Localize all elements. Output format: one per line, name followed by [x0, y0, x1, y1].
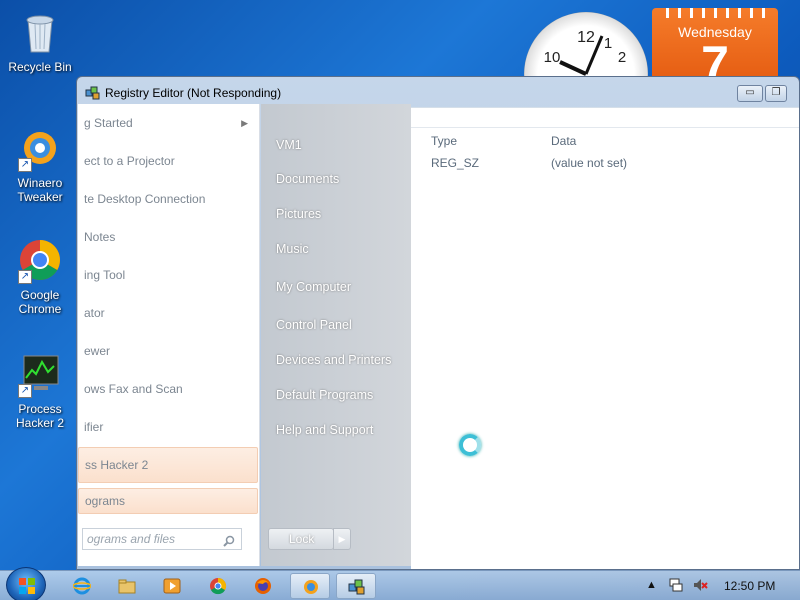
clock-number-12: 12 [577, 29, 595, 46]
volume-muted-icon[interactable] [692, 577, 708, 596]
column-header-type[interactable]: Type [431, 134, 457, 148]
program-item-label: ifier [84, 420, 104, 434]
busy-spinner-icon [459, 434, 481, 456]
firefox-icon [254, 577, 272, 595]
program-item-snipping-tool[interactable]: ing Tool [78, 258, 258, 292]
search-icon[interactable] [223, 533, 235, 547]
search-placeholder: ograms and files [87, 532, 176, 546]
windows-logo-icon [19, 578, 35, 594]
desktop-icon-process-hacker[interactable]: ↗ Process Hacker 2 [2, 350, 78, 430]
values-header-bar [411, 108, 799, 128]
program-item-label: ing Tool [84, 268, 126, 282]
program-item-label: g Started [84, 116, 133, 130]
value-data-cell[interactable]: (value not set) [551, 156, 627, 170]
start-button[interactable] [6, 567, 46, 600]
program-item-remote-desktop[interactable]: te Desktop Connection [78, 182, 258, 216]
program-item-getting-started[interactable]: g Started ▶ [78, 106, 258, 140]
program-item-connect-projector[interactable]: ect to a Projector [78, 144, 258, 178]
network-icon[interactable] [668, 577, 684, 596]
desktop-icon-recycle-bin[interactable]: Recycle Bin [2, 8, 78, 74]
internet-explorer-icon [72, 577, 92, 595]
program-item-sticky-notes[interactable]: Notes [78, 220, 258, 254]
place-item-devices-printers[interactable]: Devices and Printers [276, 353, 391, 367]
taskbar-internet-explorer[interactable] [62, 573, 102, 599]
taskbar-chrome[interactable] [198, 573, 238, 599]
show-hidden-icons-button[interactable]: ▲ [646, 579, 657, 591]
desktop-icon-label: Recycle Bin [8, 60, 72, 74]
shutdown-options-arrow-icon[interactable]: ▶ [333, 528, 351, 550]
program-item-process-hacker[interactable]: ss Hacker 2 [78, 447, 258, 483]
winaero-tweaker-icon: ↗ [16, 124, 64, 172]
place-item-pictures[interactable]: Pictures [276, 207, 321, 221]
program-item-xps-viewer[interactable]: ewer [78, 334, 258, 368]
program-item-label: ect to a Projector [84, 154, 175, 168]
place-item-music[interactable]: Music [276, 242, 309, 256]
desktop-icon-google-chrome[interactable]: ↗ Google Chrome [2, 236, 78, 316]
media-player-icon [163, 577, 181, 595]
value-type-cell[interactable]: REG_SZ [431, 156, 479, 170]
program-item-label: ewer [84, 344, 111, 358]
process-hacker-icon: ↗ [16, 350, 64, 398]
winaero-tweaker-icon [302, 578, 320, 596]
registry-values-pane[interactable]: Type Data REG_SZ (value not set) [411, 107, 799, 569]
minimize-button[interactable]: ▭ [737, 85, 763, 102]
place-item-default-programs[interactable]: Default Programs [276, 388, 373, 402]
column-header-data[interactable]: Data [551, 134, 576, 148]
program-item-label: ator [84, 306, 105, 320]
chrome-icon [209, 577, 227, 595]
shortcut-arrow-icon: ↗ [18, 384, 32, 398]
program-item-fax-and-scan[interactable]: ows Fax and Scan [78, 372, 258, 406]
taskbar-media-player[interactable] [152, 573, 192, 599]
registry-editor-icon [348, 578, 366, 596]
program-item-label: te Desktop Connection [84, 192, 206, 206]
clock-number-1: 1 [604, 35, 612, 52]
place-item-documents[interactable]: Documents [276, 172, 339, 186]
desktop-icon-winaero-tweaker[interactable]: ↗ Winaero Tweaker [2, 124, 78, 204]
recycle-bin-icon [16, 8, 64, 56]
start-menu-places-pane[interactable]: VM1 Documents Pictures Music My Computer… [261, 104, 411, 566]
clock-number-2: 2 [618, 49, 626, 66]
submenu-arrow-icon: ▶ [241, 118, 248, 128]
program-item-label: ows Fax and Scan [84, 382, 183, 396]
clock-hour-hand [559, 60, 587, 76]
chrome-icon: ↗ [16, 236, 64, 284]
clock-number-10: 10 [544, 49, 561, 66]
place-item-help-support[interactable]: Help and Support [276, 423, 373, 437]
taskbar-clock[interactable]: 12:50 PM [724, 579, 775, 593]
all-programs-button[interactable]: ograms [78, 488, 258, 514]
place-item-my-computer[interactable]: My Computer [276, 280, 351, 294]
restore-button[interactable]: ❐ [765, 85, 787, 102]
calendar-rings [660, 8, 770, 18]
desktop-icon-label: Google Chrome [18, 288, 62, 316]
window-titlebar[interactable]: Registry Editor (Not Responding) ▭ ❐ [77, 77, 799, 107]
start-menu-programs-pane[interactable]: g Started ▶ ect to a Projector te Deskto… [78, 104, 260, 566]
window-title: Registry Editor (Not Responding) [105, 86, 282, 100]
taskbar-firefox[interactable] [243, 573, 283, 599]
place-item-control-panel[interactable]: Control Panel [276, 318, 352, 332]
taskbar: ▲ 12:50 PM [0, 567, 800, 600]
taskbar-explorer[interactable] [107, 573, 147, 599]
lock-button[interactable]: Lock [268, 528, 334, 550]
shortcut-arrow-icon: ↗ [18, 158, 32, 172]
desktop-icon-label: Winaero Tweaker [17, 176, 63, 204]
desktop-icon-label: Process Hacker 2 [15, 402, 65, 430]
registry-editor-icon [85, 85, 101, 101]
program-item-label: Notes [84, 230, 116, 244]
taskbar-registry-editor[interactable] [336, 573, 376, 599]
all-programs-label: ograms [85, 494, 126, 508]
program-item-calculator[interactable]: ator [78, 296, 258, 330]
folder-icon [118, 577, 136, 595]
program-item-label: ss Hacker 2 [85, 458, 149, 472]
start-search-input[interactable]: ograms and files [82, 528, 242, 550]
place-item-user[interactable]: VM1 [276, 138, 302, 152]
taskbar-winaero-tweaker[interactable] [290, 573, 330, 599]
program-item-magnifier[interactable]: ifier [78, 410, 258, 444]
shortcut-arrow-icon: ↗ [18, 270, 32, 284]
